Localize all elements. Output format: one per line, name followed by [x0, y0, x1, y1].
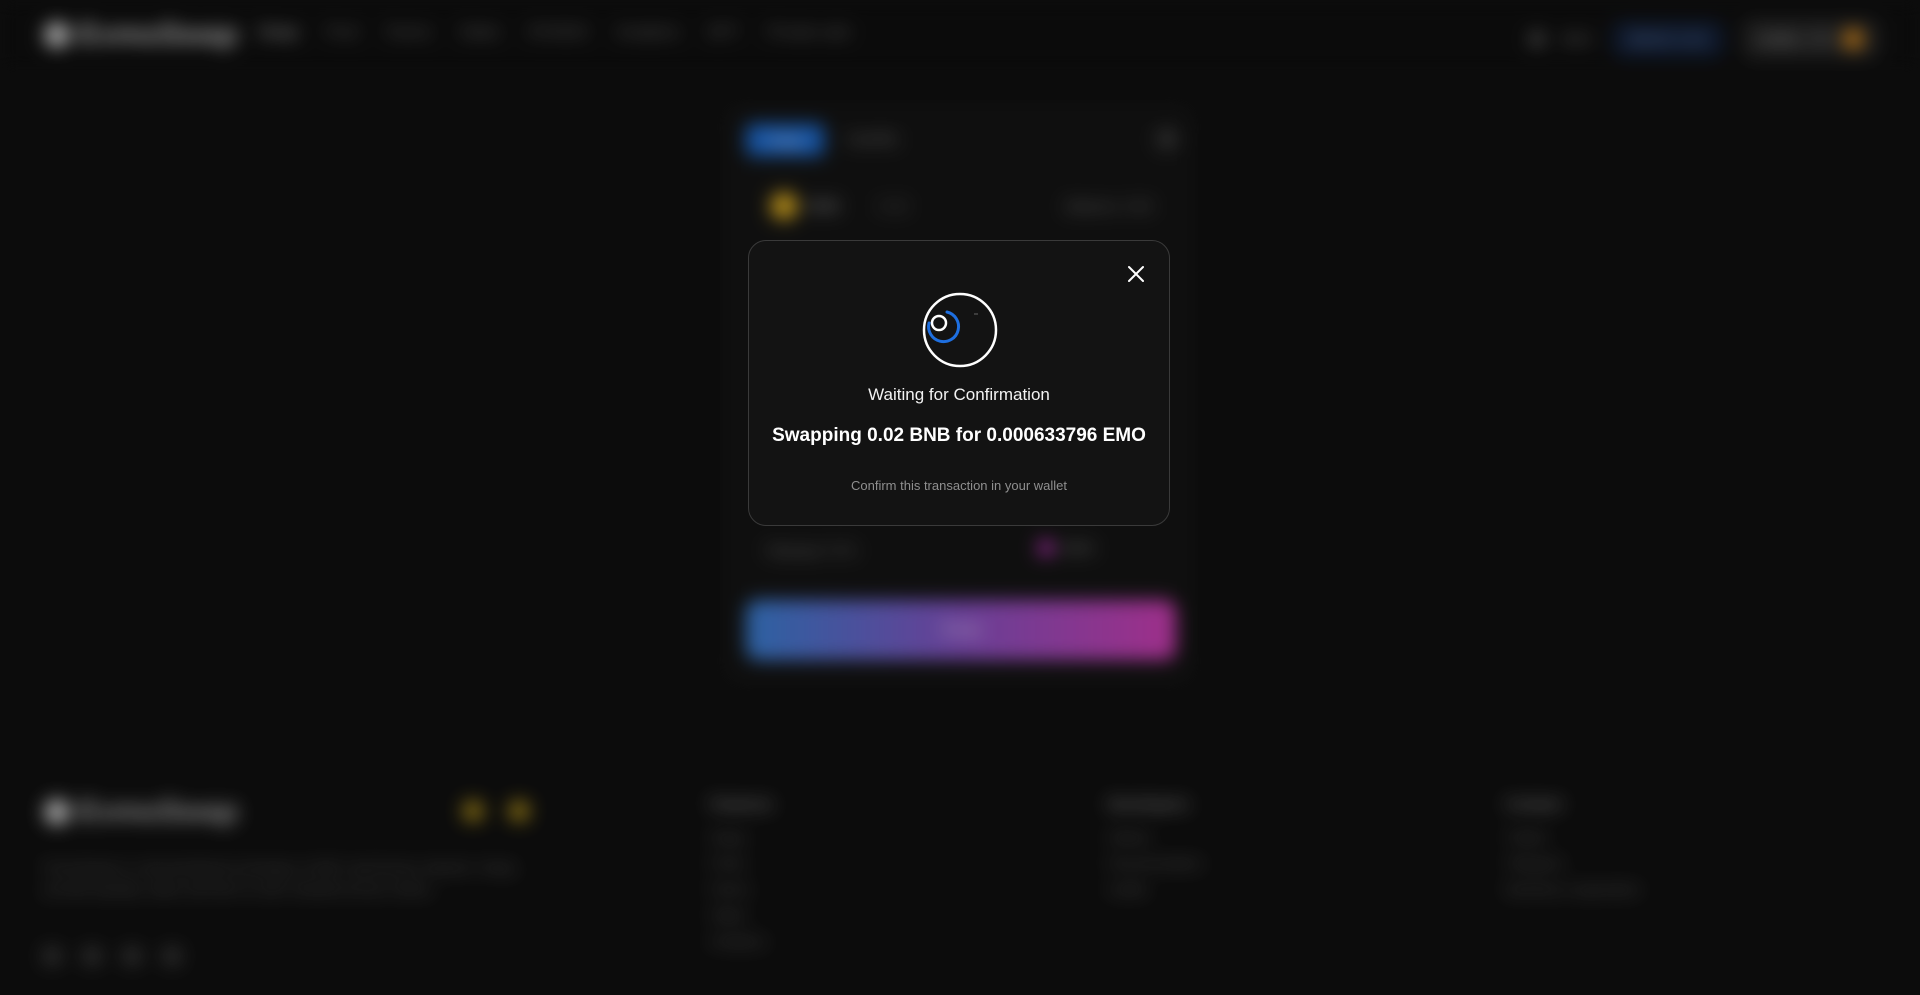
loading-spinner-icon: [922, 292, 998, 368]
wallet-hint-text: Confirm this transaction in your wallet: [850, 478, 1068, 493]
confirmation-modal: Waiting for Confirmation Swapping 0.02 B…: [748, 240, 1170, 526]
close-icon[interactable]: [1125, 263, 1147, 285]
modal-title: Waiting for Confirmation: [868, 385, 1050, 404]
swap-detail-text: Swapping 0.02 BNB for 0.000633796 EMO: [772, 425, 1146, 446]
